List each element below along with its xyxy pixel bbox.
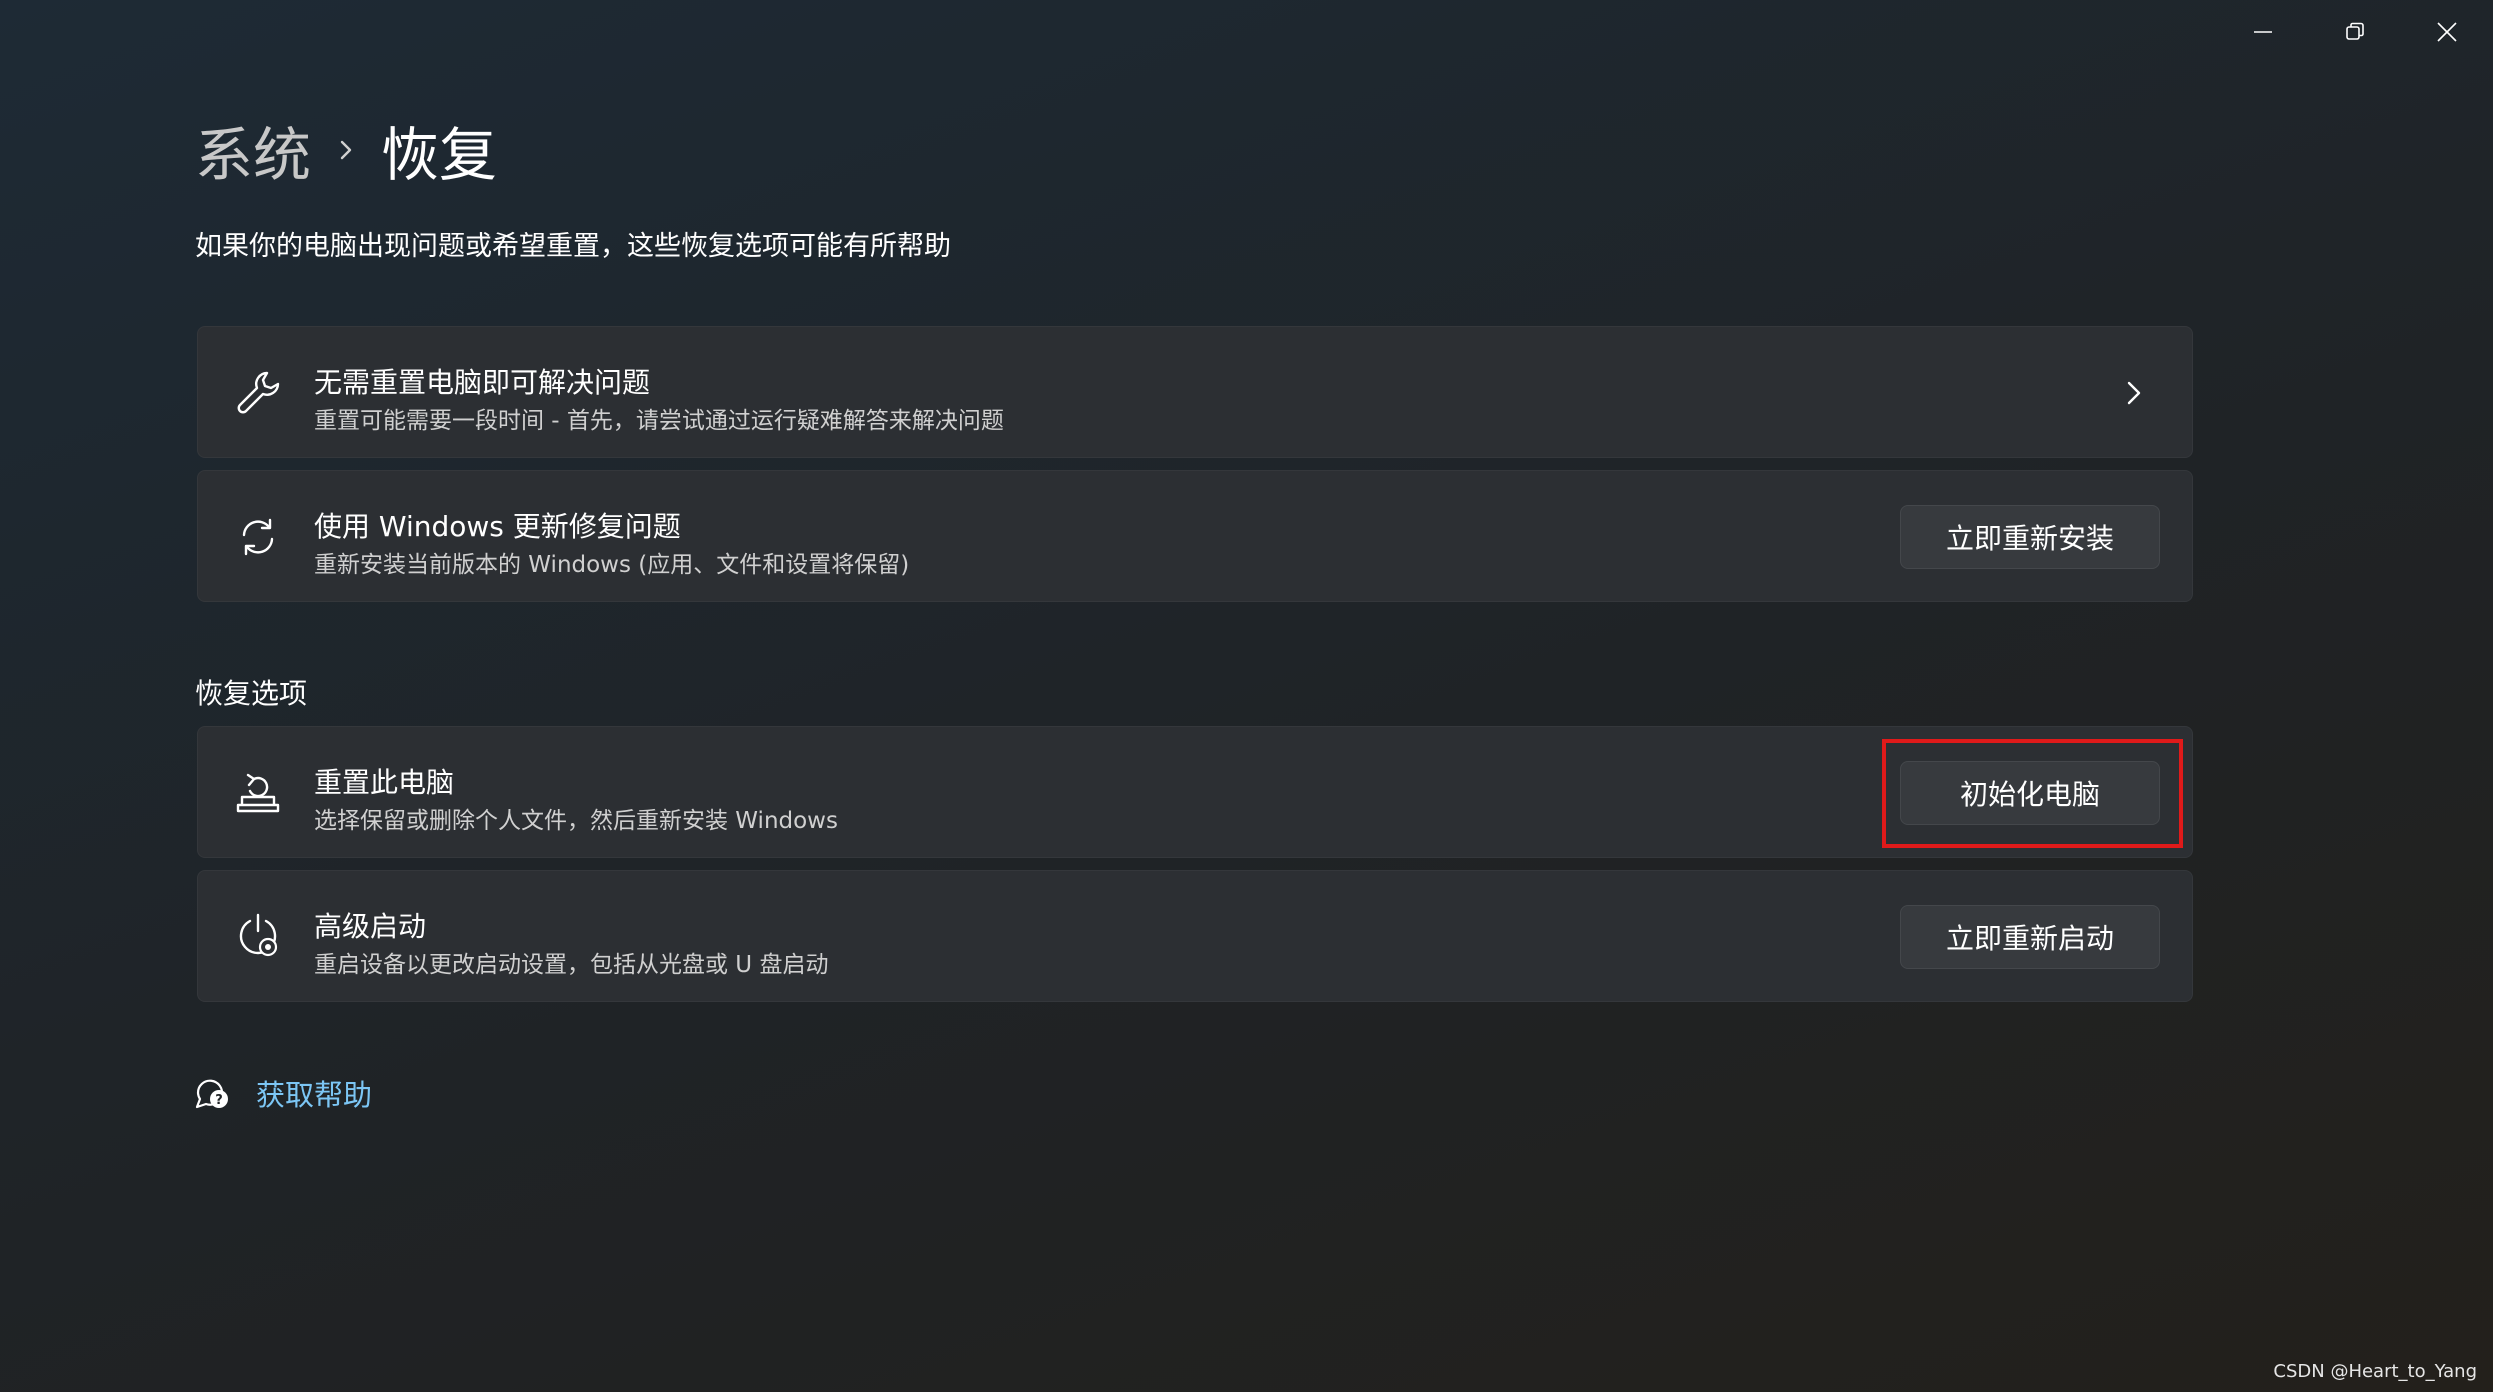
restore-icon <box>2346 22 2364 40</box>
reinstall-now-button[interactable]: 立即重新安装 <box>1900 505 2160 569</box>
windows-update-fix-card: 使用 Windows 更新修复问题 重新安装当前版本的 Windows (应用、… <box>197 470 2193 602</box>
troubleshoot-subtitle: 重置可能需要一段时间 - 首先，请尝试通过运行疑难解答来解决问题 <box>314 408 1004 434</box>
sync-icon <box>242 518 274 556</box>
get-help: ? 获取帮助 <box>192 1072 372 1114</box>
reset-pc-icon <box>236 773 280 813</box>
advanced-startup-icon <box>239 913 278 957</box>
reset-pc-subtitle: 选择保留或删除个人文件，然后重新安装 Windows <box>314 808 838 834</box>
breadcrumb: 系统 恢复 <box>195 108 497 192</box>
breadcrumb-system[interactable]: 系统 <box>195 108 311 192</box>
close-button[interactable] <box>2401 0 2493 64</box>
help-chat-icon: ? <box>195 1079 228 1109</box>
page-title: 恢复 <box>381 121 498 189</box>
advanced-startup-card: 高级启动 重启设备以更改启动设置，包括从光盘或 U 盘启动 立即重新启动 <box>197 870 2193 1002</box>
window-controls <box>2217 0 2493 64</box>
advanced-startup-title: 高级启动 <box>314 910 427 943</box>
windows-update-fix-title: 使用 Windows 更新修复问题 <box>314 510 681 543</box>
chevron-right-icon <box>2127 381 2141 405</box>
recovery-options-heading: 恢复选项 <box>195 677 308 710</box>
reset-pc-card: 重置此电脑 选择保留或删除个人文件，然后重新安装 Windows 初始化电脑 <box>197 726 2193 858</box>
reset-pc-title: 重置此电脑 <box>314 766 455 799</box>
get-help-link[interactable]: 获取帮助 <box>256 1072 372 1114</box>
troubleshoot-card[interactable]: 无需重置电脑即可解决问题 重置可能需要一段时间 - 首先，请尝试通过运行疑难解答… <box>197 326 2193 458</box>
chevron-right-icon <box>340 140 352 160</box>
troubleshoot-title: 无需重置电脑即可解决问题 <box>314 366 651 399</box>
windows-update-fix-subtitle: 重新安装当前版本的 Windows (应用、文件和设置将保留) <box>314 552 910 578</box>
restart-now-button[interactable]: 立即重新启动 <box>1900 905 2160 969</box>
page-description: 如果你的电脑出现问题或希望重置，这些恢复选项可能有所帮助 <box>195 231 951 262</box>
reset-pc-button[interactable]: 初始化电脑 <box>1900 761 2160 825</box>
advanced-startup-subtitle: 重启设备以更改启动设置，包括从光盘或 U 盘启动 <box>314 952 829 978</box>
breadcrumb-separator <box>311 138 381 162</box>
minimize-icon <box>2254 31 2272 33</box>
wrench-icon <box>237 371 280 414</box>
watermark: CSDN @Heart_to_Yang <box>2273 1361 2477 1382</box>
close-icon <box>2437 22 2457 42</box>
minimize-button[interactable] <box>2217 0 2309 64</box>
svg-text:?: ? <box>215 1093 223 1108</box>
restore-button[interactable] <box>2309 0 2401 64</box>
